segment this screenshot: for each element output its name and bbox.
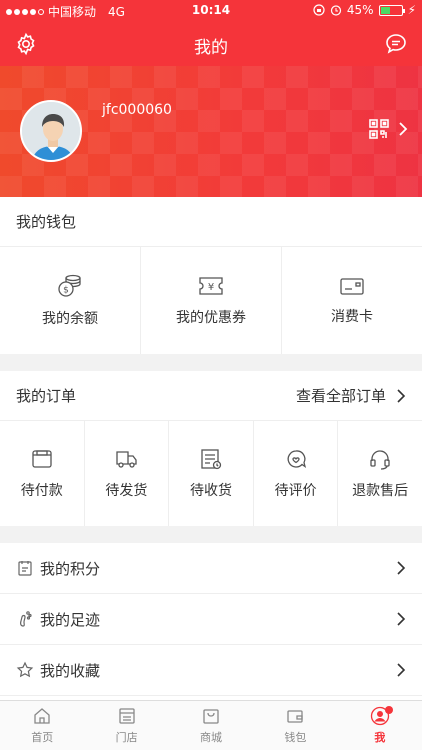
wallet-header: 我的钱包 — [0, 197, 422, 247]
consume-card-label: 消费卡 — [331, 308, 373, 325]
battery-icon — [378, 4, 405, 16]
home-icon — [34, 708, 50, 724]
balance-label: 我的余额 — [42, 310, 98, 327]
menu-item-favorites[interactable]: 我的收藏 — [0, 645, 422, 696]
notification-badge — [384, 706, 393, 714]
wallet-section: 我的钱包 $ 我的余额 ¥ 我的优惠券 消费卡 — [0, 197, 422, 354]
orders-title: 我的订单 — [16, 387, 77, 405]
coupon-icon: ¥ — [199, 276, 223, 295]
order-pending-review[interactable]: 待评价 — [254, 421, 339, 526]
avatar[interactable] — [20, 100, 82, 162]
order-pending-payment[interactable]: 待付款 — [0, 421, 85, 526]
coupon-label: 我的优惠券 — [176, 309, 246, 326]
review-icon — [287, 449, 306, 468]
menu-list: 我的积分 我的足迹 我的收藏 — [0, 543, 422, 700]
orders-section: 我的订单 查看全部订单 待付款 待发货 待收货 待评价 退款售后 — [0, 371, 422, 526]
menu-item-points-label: 我的积分 — [40, 559, 101, 578]
chevron-right-icon — [397, 663, 406, 677]
order-pending-payment-label: 待付款 — [20, 482, 63, 499]
chevron-right-icon — [397, 561, 406, 575]
chevron-right-icon — [397, 612, 406, 626]
wallet-icon — [287, 710, 304, 723]
order-after-sales-label: 退款售后 — [352, 482, 409, 499]
order-pending-review-label: 待评价 — [274, 482, 317, 499]
username: jfc000060 — [102, 102, 172, 118]
order-after-sales[interactable]: 退款售后 — [338, 421, 422, 526]
tab-store-label: 门店 — [115, 731, 138, 744]
tab-mall[interactable]: 商城 — [169, 701, 253, 750]
menu-item-footprint-label: 我的足迹 — [40, 610, 101, 629]
star-icon — [16, 661, 34, 678]
bag-icon — [203, 709, 219, 724]
charging-icon: ⚡ — [407, 3, 416, 17]
view-all-orders-label: 查看全部订单 — [295, 387, 386, 405]
headset-icon — [370, 449, 390, 470]
status-bar: 中国移动 4G 10:14 45% ⚡ — [0, 0, 422, 22]
qr-code-icon — [369, 119, 389, 139]
page-title: 我的 — [194, 38, 228, 58]
menu-item-favorites-label: 我的收藏 — [40, 661, 101, 680]
order-pending-receipt-label: 待收货 — [189, 482, 232, 499]
message-icon[interactable] — [384, 32, 408, 56]
svg-text:¥: ¥ — [208, 282, 214, 293]
view-all-orders-link[interactable]: 查看全部订单 — [296, 385, 406, 406]
battery-label: 45% — [346, 3, 374, 17]
tab-me-label: 我 — [374, 731, 386, 744]
profile-banner: jfc000060 — [0, 66, 422, 197]
chevron-right-icon — [399, 122, 408, 136]
menu-item-points[interactable]: 我的积分 — [0, 543, 422, 594]
tab-wallet-label: 钱包 — [284, 731, 307, 744]
wallet-title: 我的钱包 — [16, 213, 77, 231]
tab-wallet[interactable]: 钱包 — [253, 701, 337, 750]
receipt-icon — [201, 448, 222, 469]
tab-store[interactable]: 门店 — [84, 701, 168, 750]
footprint-icon — [20, 611, 32, 627]
lock-rotation-icon — [313, 4, 325, 16]
svg-text:$: $ — [63, 285, 69, 295]
store-icon — [118, 708, 135, 724]
balance-item[interactable]: $ 我的余额 — [0, 247, 141, 354]
user-avatar-icon — [22, 102, 80, 160]
consume-card-item[interactable]: 消费卡 — [282, 247, 422, 354]
chevron-right-icon — [397, 388, 406, 403]
tab-mall-label: 商城 — [200, 731, 223, 744]
menu-item-footprint[interactable]: 我的足迹 — [0, 594, 422, 645]
order-pending-shipment-label: 待发货 — [105, 482, 148, 499]
coins-icon: $ — [58, 274, 81, 297]
alarm-icon — [330, 5, 341, 16]
tab-bar: 首页 门店 商城 钱包 我 — [0, 700, 422, 750]
order-pending-shipment[interactable]: 待发货 — [85, 421, 170, 526]
qr-code-button[interactable] — [368, 118, 408, 140]
tab-me[interactable]: 我 — [338, 701, 422, 750]
orders-header: 我的订单 查看全部订单 — [0, 371, 422, 421]
tab-home[interactable]: 首页 — [0, 701, 84, 750]
tab-home-label: 首页 — [31, 731, 54, 744]
truck-icon — [116, 450, 138, 468]
wallet-icon — [32, 449, 52, 468]
points-icon — [18, 561, 32, 576]
order-pending-receipt[interactable]: 待收货 — [169, 421, 254, 526]
nav-bar: 我的 — [0, 22, 422, 66]
coupon-item[interactable]: ¥ 我的优惠券 — [141, 247, 282, 354]
card-icon — [340, 277, 364, 295]
